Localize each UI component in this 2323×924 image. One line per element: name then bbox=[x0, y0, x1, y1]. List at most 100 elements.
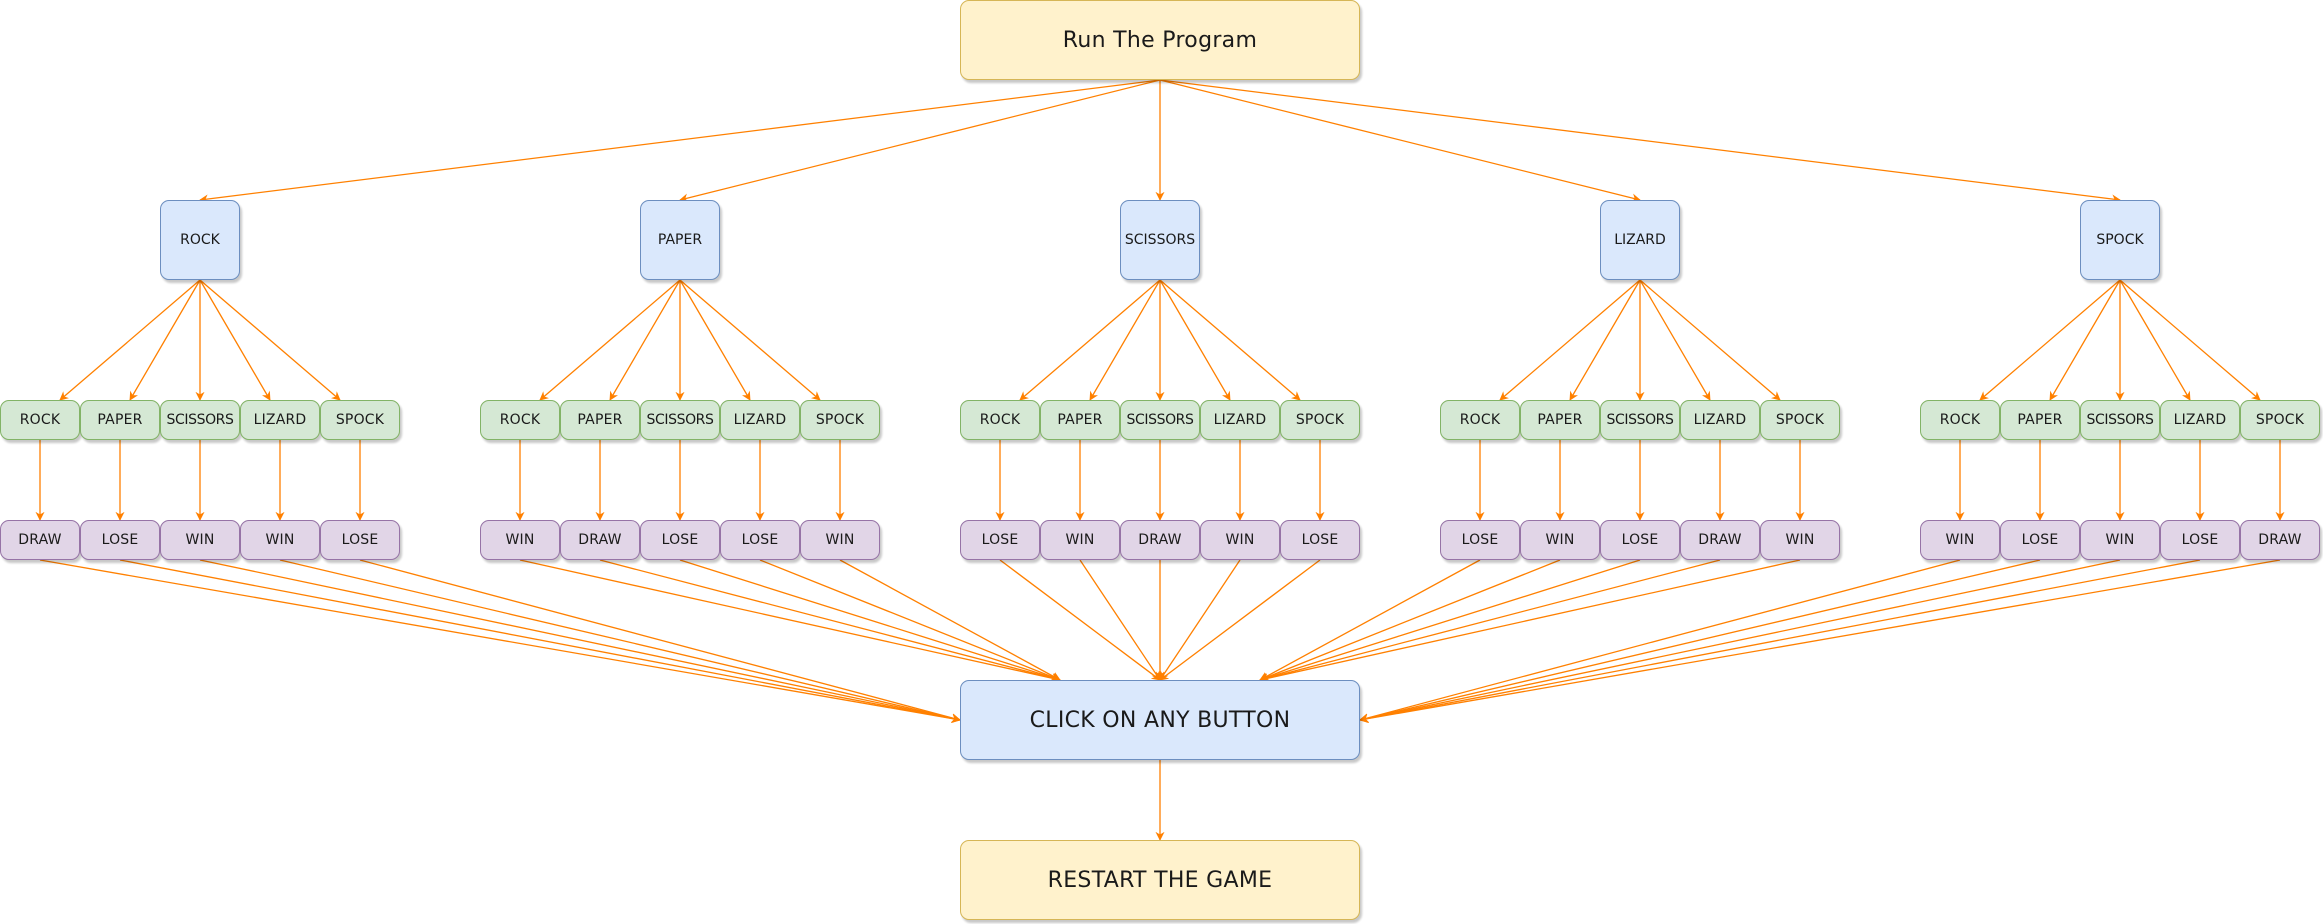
edge-result-rock-spock-to-click bbox=[359, 559, 961, 723]
edge-lizard-to-spock bbox=[1639, 279, 1781, 401]
edge-paper-to-spock bbox=[679, 279, 821, 401]
result-rock-vs-rock: DRAW bbox=[0, 520, 80, 560]
edge-rock-to-rock bbox=[59, 279, 201, 401]
edge-spock-to-spock bbox=[2119, 279, 2261, 401]
player-choice-rock: ROCK bbox=[160, 200, 240, 280]
computer-choice-spock-spock: SPOCK bbox=[2240, 400, 2320, 440]
computer-choice-paper-rock: ROCK bbox=[480, 400, 560, 440]
result-scissors-vs-lizard: WIN bbox=[1200, 520, 1280, 560]
result-rock-vs-paper: LOSE bbox=[80, 520, 160, 560]
computer-choice-rock-lizard: LIZARD bbox=[240, 400, 320, 440]
player-choice-lizard: LIZARD bbox=[1600, 200, 1680, 280]
result-paper-vs-paper: DRAW bbox=[560, 520, 640, 560]
result-scissors-vs-spock: LOSE bbox=[1280, 520, 1360, 560]
computer-choice-paper-scissors: SCISSORS bbox=[640, 400, 720, 440]
result-spock-vs-paper: LOSE bbox=[2000, 520, 2080, 560]
result-lizard-vs-spock: WIN bbox=[1760, 520, 1840, 560]
result-spock-vs-spock: DRAW bbox=[2240, 520, 2320, 560]
edge-scissors-to-paper bbox=[1089, 279, 1161, 401]
computer-choice-rock-scissors: SCISSORS bbox=[160, 400, 240, 440]
edge-result-spock-spock-to-click bbox=[1359, 559, 2281, 724]
computer-choice-scissors-scissors: SCISSORS bbox=[1120, 400, 1200, 440]
result-scissors-vs-rock: LOSE bbox=[960, 520, 1040, 560]
computer-choice-spock-paper: PAPER bbox=[2000, 400, 2080, 440]
result-lizard-vs-rock: LOSE bbox=[1440, 520, 1520, 560]
result-spock-vs-lizard: LOSE bbox=[2160, 520, 2240, 560]
edge-result-scissors-lizard-to-click bbox=[1159, 559, 1241, 681]
run-program-node: Run The Program bbox=[960, 0, 1360, 80]
player-choice-paper: PAPER bbox=[640, 200, 720, 280]
edge-result-rock-lizard-to-click bbox=[279, 559, 961, 723]
result-rock-vs-lizard: WIN bbox=[240, 520, 320, 560]
computer-choice-rock-rock: ROCK bbox=[0, 400, 80, 440]
computer-choice-scissors-paper: PAPER bbox=[1040, 400, 1120, 440]
edge-rock-to-lizard bbox=[199, 279, 271, 401]
edge-result-lizard-scissors-to-click bbox=[1259, 559, 1641, 682]
player-choice-scissors: SCISSORS bbox=[1120, 200, 1200, 280]
edge-result-spock-paper-to-click bbox=[1359, 559, 2041, 723]
edge-result-lizard-spock-to-click bbox=[1259, 559, 1801, 683]
result-lizard-vs-paper: WIN bbox=[1520, 520, 1600, 560]
edge-result-scissors-spock-to-click bbox=[1159, 559, 1321, 681]
edge-start-to-rock bbox=[199, 79, 1161, 204]
player-choice-spock: SPOCK bbox=[2080, 200, 2160, 280]
edge-result-scissors-paper-to-click bbox=[1079, 559, 1161, 681]
result-spock-vs-rock: WIN bbox=[1920, 520, 2000, 560]
result-paper-vs-spock: WIN bbox=[800, 520, 880, 560]
edge-result-paper-paper-to-click bbox=[599, 559, 1061, 683]
edge-spock-to-paper bbox=[2049, 279, 2121, 401]
edge-scissors-to-spock bbox=[1159, 279, 1301, 401]
computer-choice-lizard-rock: ROCK bbox=[1440, 400, 1520, 440]
result-rock-vs-spock: LOSE bbox=[320, 520, 400, 560]
computer-choice-scissors-lizard: LIZARD bbox=[1200, 400, 1280, 440]
edges-layer bbox=[35, 79, 2285, 841]
edge-start-to-spock bbox=[1159, 79, 2121, 204]
edge-result-paper-spock-to-click bbox=[839, 559, 1061, 681]
computer-choice-lizard-lizard: LIZARD bbox=[1680, 400, 1760, 440]
computer-choice-paper-lizard: LIZARD bbox=[720, 400, 800, 440]
result-lizard-vs-scissors: LOSE bbox=[1600, 520, 1680, 560]
computer-choice-scissors-rock: ROCK bbox=[960, 400, 1040, 440]
edge-paper-to-lizard bbox=[679, 279, 751, 401]
edge-result-scissors-rock-to-click bbox=[999, 559, 1161, 681]
edge-lizard-to-paper bbox=[1569, 279, 1641, 401]
edge-scissors-to-lizard bbox=[1159, 279, 1231, 401]
computer-choice-rock-paper: PAPER bbox=[80, 400, 160, 440]
edge-result-spock-lizard-to-click bbox=[1359, 559, 2201, 723]
edge-result-spock-rock-to-click bbox=[1359, 559, 1961, 723]
result-spock-vs-scissors: WIN bbox=[2080, 520, 2160, 560]
computer-choice-spock-rock: ROCK bbox=[1920, 400, 2000, 440]
edge-result-lizard-rock-to-click bbox=[1259, 559, 1481, 681]
edge-rock-to-paper bbox=[129, 279, 201, 401]
edge-paper-to-paper bbox=[609, 279, 681, 401]
result-scissors-vs-scissors: DRAW bbox=[1120, 520, 1200, 560]
edge-result-rock-scissors-to-click bbox=[199, 559, 961, 723]
edge-spock-to-lizard bbox=[2119, 279, 2191, 401]
result-scissors-vs-paper: WIN bbox=[1040, 520, 1120, 560]
computer-choice-lizard-spock: SPOCK bbox=[1760, 400, 1840, 440]
edge-lizard-to-lizard bbox=[1639, 279, 1711, 401]
result-paper-vs-scissors: LOSE bbox=[640, 520, 720, 560]
edge-spock-to-rock bbox=[1979, 279, 2121, 401]
computer-choice-spock-lizard: LIZARD bbox=[2160, 400, 2240, 440]
computer-choice-scissors-spock: SPOCK bbox=[1280, 400, 1360, 440]
result-paper-vs-rock: WIN bbox=[480, 520, 560, 560]
click-any-button-node: CLICK ON ANY BUTTON bbox=[960, 680, 1360, 760]
edge-paper-to-rock bbox=[539, 279, 681, 401]
edge-result-paper-lizard-to-click bbox=[759, 559, 1061, 682]
result-rock-vs-scissors: WIN bbox=[160, 520, 240, 560]
computer-choice-paper-paper: PAPER bbox=[560, 400, 640, 440]
computer-choice-lizard-paper: PAPER bbox=[1520, 400, 1600, 440]
edge-result-paper-scissors-to-click bbox=[679, 559, 1061, 682]
edge-result-paper-rock-to-click bbox=[519, 559, 1061, 683]
edge-scissors-to-rock bbox=[1019, 279, 1161, 401]
computer-choice-paper-spock: SPOCK bbox=[800, 400, 880, 440]
computer-choice-lizard-scissors: SCISSORS bbox=[1600, 400, 1680, 440]
result-lizard-vs-lizard: DRAW bbox=[1680, 520, 1760, 560]
edge-result-rock-paper-to-click bbox=[119, 559, 961, 723]
computer-choice-spock-scissors: SCISSORS bbox=[2080, 400, 2160, 440]
restart-game-node: RESTART THE GAME bbox=[960, 840, 1360, 920]
edge-lizard-to-rock bbox=[1499, 279, 1641, 401]
computer-choice-rock-spock: SPOCK bbox=[320, 400, 400, 440]
result-paper-vs-lizard: LOSE bbox=[720, 520, 800, 560]
